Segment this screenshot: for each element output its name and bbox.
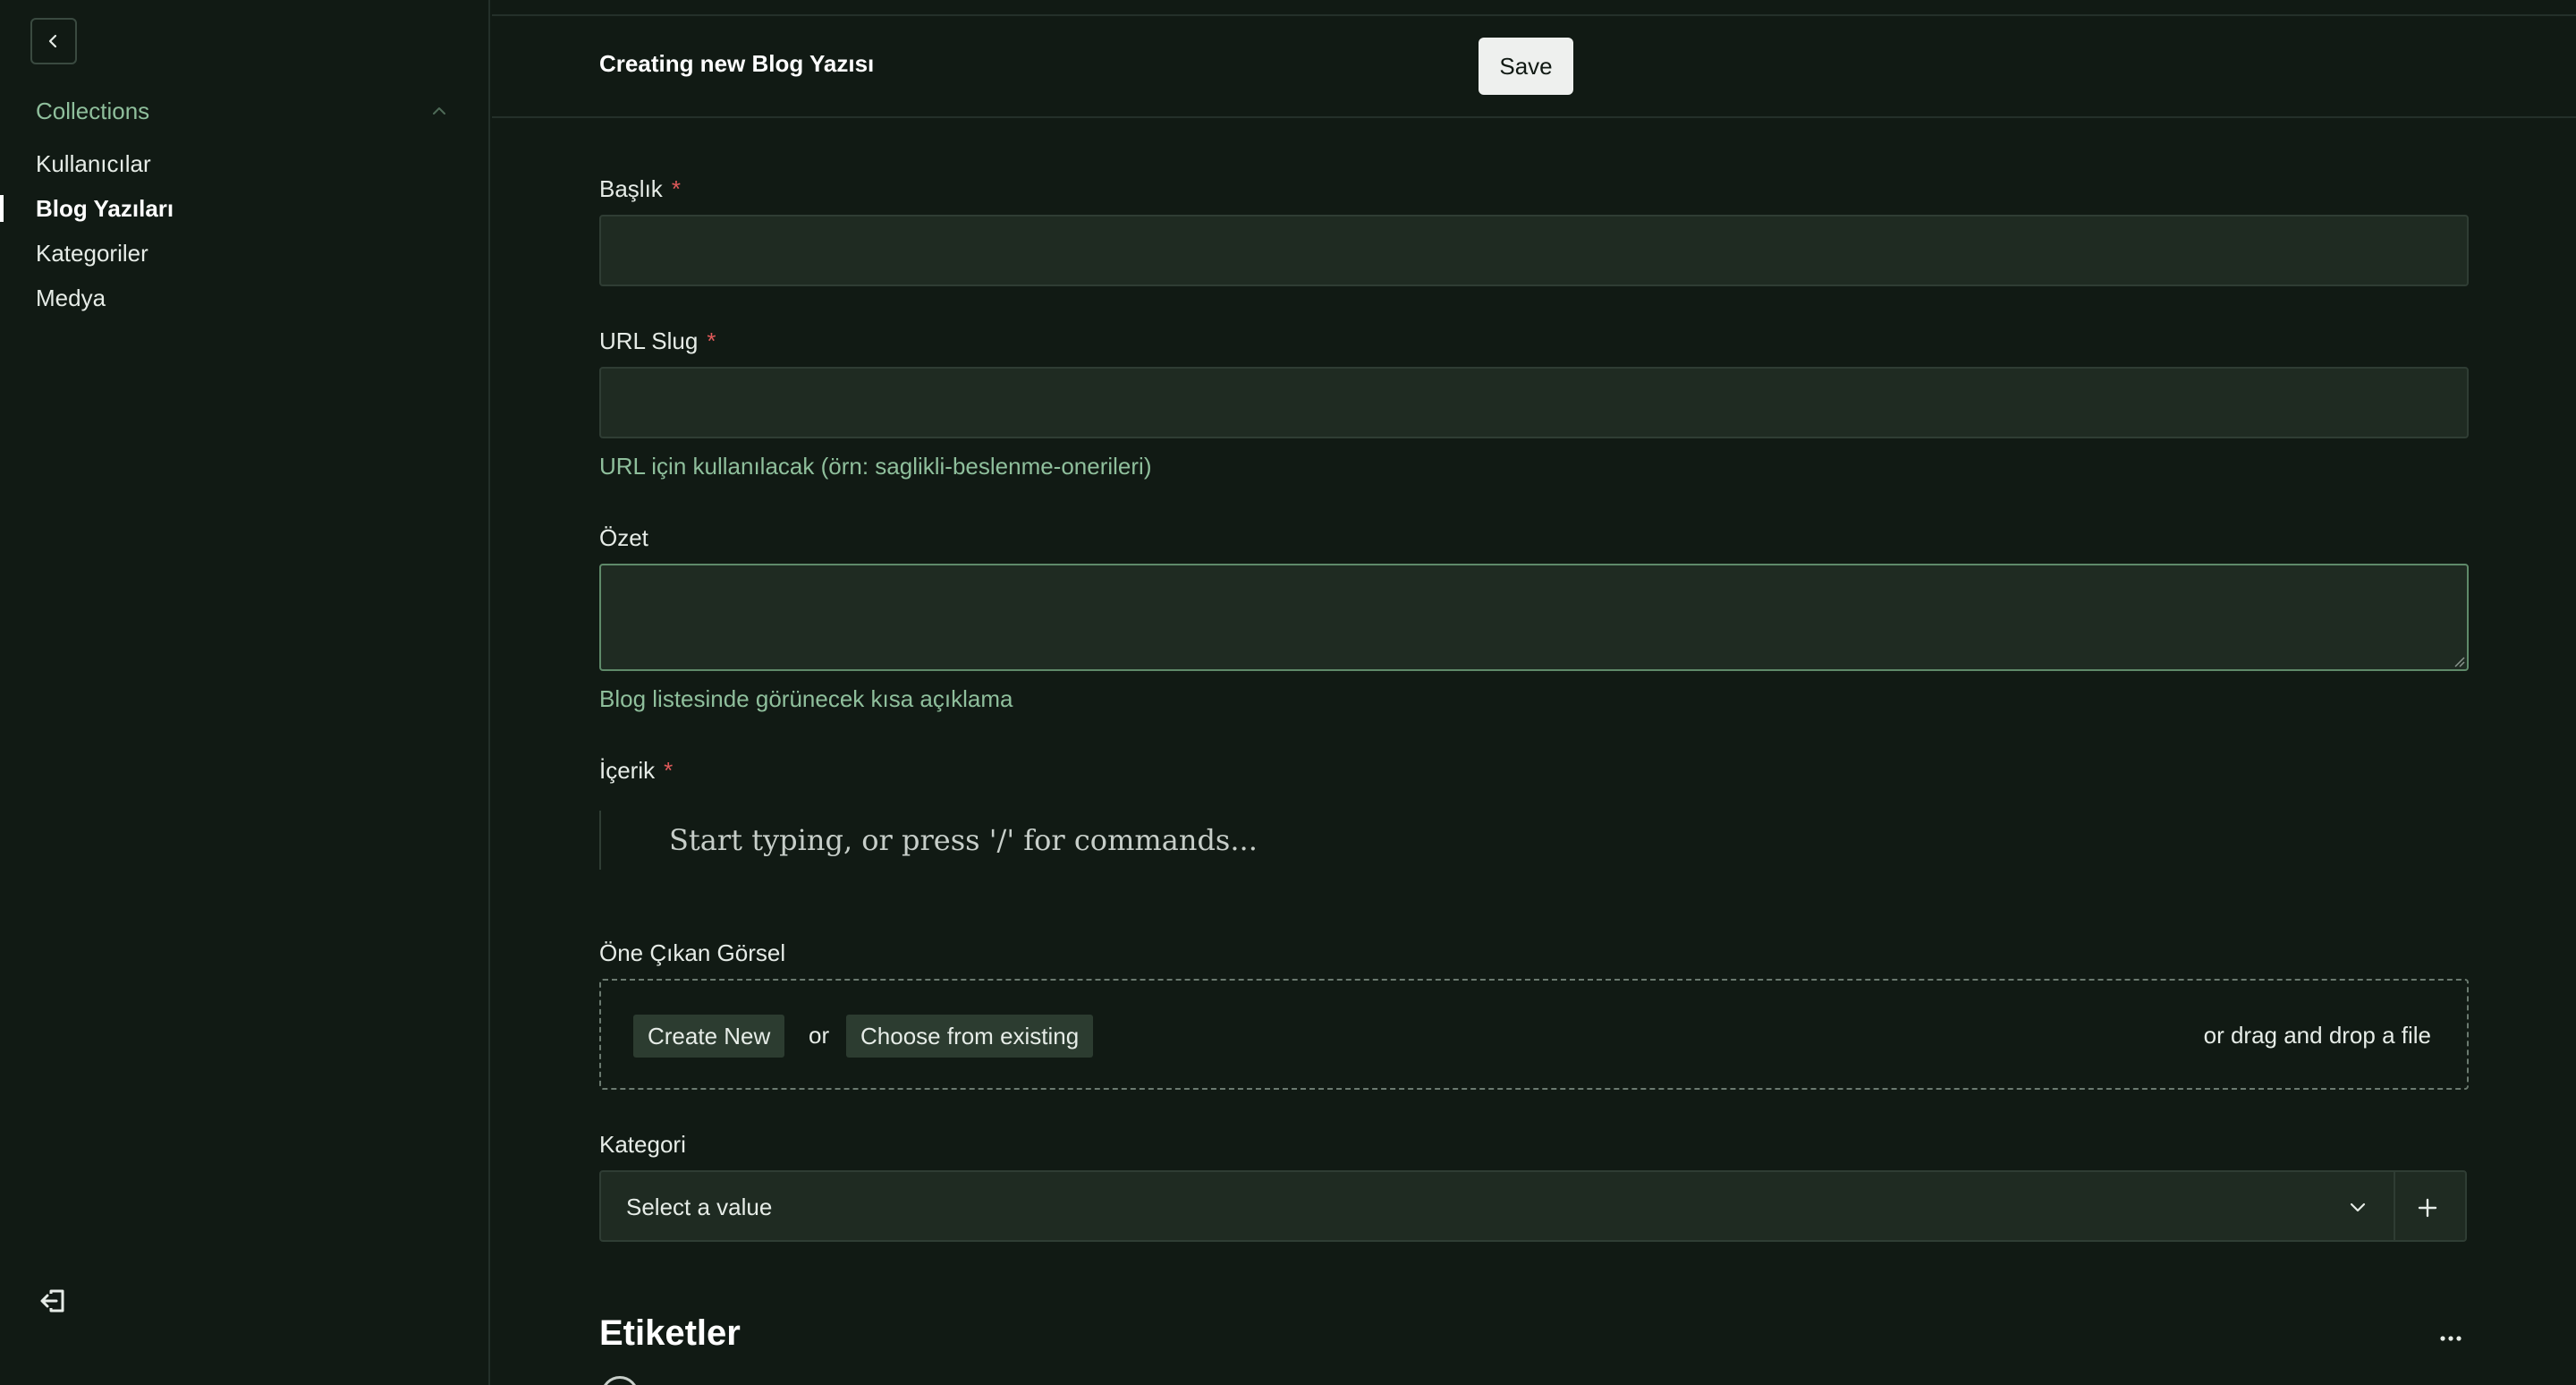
baslik-label-text: Başlık [599, 175, 663, 202]
collections-nav: Kullanıcılar Blog Yazıları Kategoriler M… [0, 141, 488, 320]
logout-icon [40, 1289, 64, 1313]
ozet-label-text: Özet [599, 524, 648, 551]
resize-handle-icon[interactable] [2453, 655, 2465, 667]
back-button[interactable] [30, 18, 77, 64]
sidebar-item-kullanicilar[interactable]: Kullanıcılar [0, 141, 488, 186]
required-marker: * [671, 175, 681, 202]
ozet-label: Özet [599, 524, 648, 552]
select-value: Select a value [626, 1194, 773, 1220]
slug-label: URL Slug * [599, 327, 716, 355]
upload-dropzone[interactable]: Create New or Choose from existing or dr… [599, 979, 2469, 1090]
chevron-left-icon [48, 34, 57, 48]
ozet-hint: Blog listesinde görünecek kısa açıklama [599, 685, 1013, 712]
collections-toggle[interactable]: Collections [36, 95, 449, 127]
gorsel-label: Öne Çıkan Görsel [599, 939, 785, 967]
required-marker: * [664, 757, 674, 784]
sidebar: Collections Kullanıcılar Blog Yazıları K… [0, 0, 490, 1385]
icerik-label: İçerik * [599, 757, 673, 785]
sidebar-item-medya[interactable]: Medya [0, 276, 488, 320]
baslik-label: Başlık * [599, 175, 681, 203]
add-row-icon[interactable] [601, 1376, 639, 1385]
icerik-rich-text-editor[interactable]: Start typing, or press '/' for commands.… [599, 811, 1258, 870]
chevron-down-icon[interactable] [2342, 1192, 2374, 1224]
drag-drop-text: or drag and drop a file [2203, 1022, 2431, 1049]
collections-label: Collections [36, 97, 150, 124]
baslik-input[interactable] [599, 215, 2469, 286]
choose-existing-button[interactable]: Choose from existing [846, 1015, 1094, 1058]
more-options-icon[interactable] [2433, 1321, 2469, 1356]
gorsel-label-text: Öne Çıkan Görsel [599, 939, 786, 966]
ozet-textarea[interactable] [599, 564, 2469, 671]
slug-input[interactable] [599, 367, 2469, 438]
kategori-select[interactable]: Select a value [599, 1170, 2467, 1242]
chevron-up-icon [433, 107, 445, 115]
save-button[interactable]: Save [1479, 38, 1573, 95]
logout-button[interactable] [36, 1283, 72, 1319]
page-title: Creating new Blog Yazısı [599, 50, 875, 77]
sidebar-item-kategoriler[interactable]: Kategoriler [0, 231, 488, 276]
slug-hint: URL için kullanılacak (örn: saglikli-bes… [599, 453, 1152, 480]
kategori-label: Kategori [599, 1131, 686, 1159]
kategori-label-text: Kategori [599, 1131, 686, 1158]
icerik-label-text: İçerik [599, 757, 656, 784]
required-marker: * [707, 327, 716, 354]
create-new-button[interactable]: Create New [633, 1015, 785, 1058]
sidebar-item-blog-yazilari[interactable]: Blog Yazıları [0, 186, 488, 231]
select-divider [2394, 1172, 2395, 1240]
slug-label-text: URL Slug [599, 327, 699, 354]
document-header: Creating new Blog Yazısı Save [492, 16, 2576, 118]
plus-icon[interactable] [2410, 1190, 2445, 1226]
or-text: or [809, 1022, 830, 1049]
editor-placeholder: Start typing, or press '/' for commands.… [669, 823, 1258, 857]
etiketler-title: Etiketler [599, 1313, 741, 1353]
